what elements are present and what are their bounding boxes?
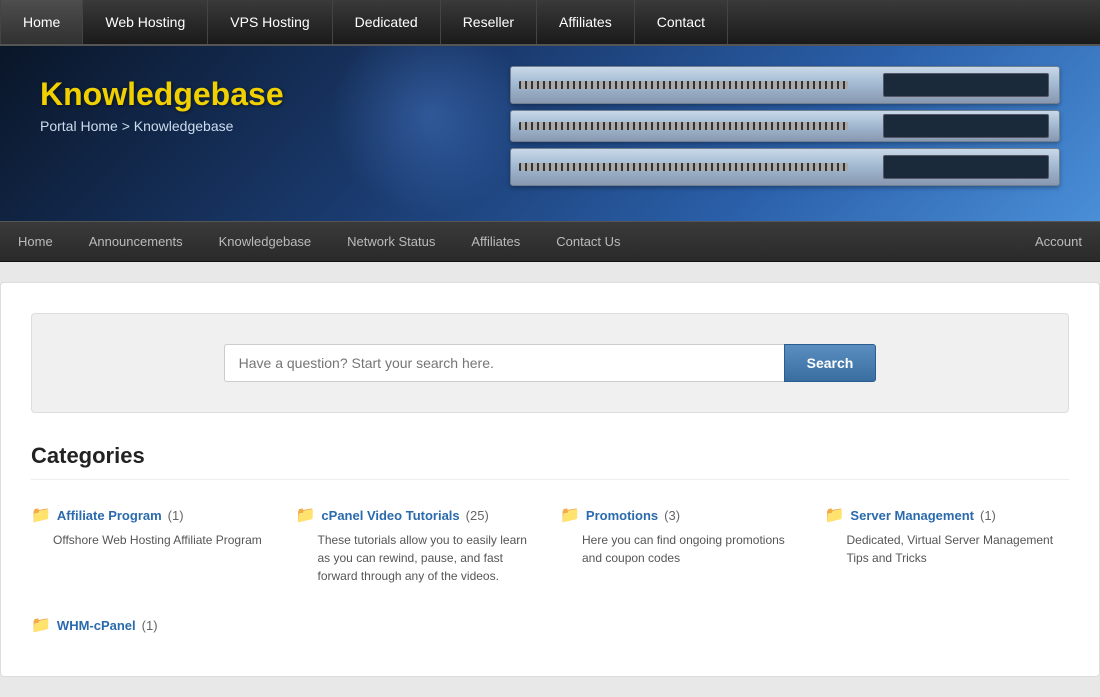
folder-icon: 📁 <box>825 505 845 525</box>
sec-nav-item: Announcements <box>71 222 201 261</box>
sec-nav-link-account[interactable]: Account <box>1017 222 1100 261</box>
categories-section: Categories 📁 Affiliate Program (1) Offshor… <box>31 443 1069 646</box>
sec-nav-link-affiliates[interactable]: Affiliates <box>453 222 538 261</box>
top-nav-link-vps-hosting[interactable]: VPS Hosting <box>208 0 332 44</box>
top-nav-link-web-hosting[interactable]: Web Hosting <box>83 0 208 44</box>
top-nav-item: Web Hosting <box>83 0 208 44</box>
category-description: Dedicated, Virtual Server Management Tip… <box>847 531 1070 567</box>
top-nav-link-dedicated[interactable]: Dedicated <box>333 0 441 44</box>
folder-icon: 📁 <box>31 615 51 635</box>
top-nav-item: Affiliates <box>537 0 635 44</box>
top-nav-item: VPS Hosting <box>208 0 332 44</box>
category-link[interactable]: Promotions <box>586 508 658 523</box>
folder-icon: 📁 <box>31 505 51 525</box>
category-link[interactable]: Affiliate Program <box>57 508 162 523</box>
top-nav-item: Contact <box>635 0 728 44</box>
top-nav-link-reseller[interactable]: Reseller <box>441 0 537 44</box>
sec-nav-item: Account <box>1017 222 1100 261</box>
sec-nav-item: Knowledgebase <box>201 222 330 261</box>
top-nav-link-contact[interactable]: Contact <box>635 0 728 44</box>
category-item: 📁 WHM-cPanel (1) <box>31 610 276 646</box>
category-count: (1) <box>980 508 996 523</box>
top-navigation: HomeWeb HostingVPS HostingDedicatedResel… <box>0 0 1100 46</box>
top-nav-item: Home <box>0 0 83 44</box>
sec-nav-item: Contact Us <box>538 222 638 261</box>
search-button[interactable]: Search <box>784 344 877 382</box>
secondary-navigation: HomeAnnouncementsKnowledgebaseNetwork St… <box>0 221 1100 262</box>
category-item: 📁 Promotions (3) Here you can find ongoing… <box>560 500 805 590</box>
sec-nav-link-contact-us[interactable]: Contact Us <box>538 222 638 261</box>
sec-nav-link-home[interactable]: Home <box>0 222 71 261</box>
category-title-row: 📁 Server Management (1) <box>825 505 1070 525</box>
top-nav-item: Dedicated <box>333 0 441 44</box>
category-link[interactable]: Server Management <box>850 508 974 523</box>
category-title-row: 📁 Promotions (3) <box>560 505 805 525</box>
sec-nav-item: Network Status <box>329 222 453 261</box>
category-count: (3) <box>664 508 680 523</box>
category-description: Offshore Web Hosting Affiliate Program <box>53 531 276 549</box>
sec-nav-link-announcements[interactable]: Announcements <box>71 222 201 261</box>
categories-title: Categories <box>31 443 1069 480</box>
folder-icon: 📁 <box>296 505 316 525</box>
category-link[interactable]: cPanel Video Tutorials <box>321 508 459 523</box>
category-description: Here you can find ongoing promotions and… <box>582 531 805 567</box>
main-content: Search Categories 📁 Affiliate Program (1)… <box>0 282 1100 677</box>
search-input[interactable] <box>224 344 784 382</box>
category-count: (1) <box>142 618 158 633</box>
sec-nav-link-knowledgebase[interactable]: Knowledgebase <box>201 222 330 261</box>
category-count: (1) <box>168 508 184 523</box>
sec-nav-item: Affiliates <box>453 222 538 261</box>
category-item: 📁 Affiliate Program (1) Offshore Web Hosti… <box>31 500 276 590</box>
banner-breadcrumb: Portal Home > Knowledgebase <box>40 118 1060 134</box>
banner: Knowledgebase Portal Home > Knowledgebas… <box>0 46 1100 221</box>
top-nav-link-affiliates[interactable]: Affiliates <box>537 0 635 44</box>
category-count: (25) <box>466 508 489 523</box>
sec-nav-item: Home <box>0 222 71 261</box>
category-title-row: 📁 cPanel Video Tutorials (25) <box>296 505 541 525</box>
categories-grid: 📁 Affiliate Program (1) Offshore Web Hosti… <box>31 500 1069 646</box>
category-item: 📁 cPanel Video Tutorials (25) These tutori… <box>296 500 541 590</box>
category-title-row: 📁 WHM-cPanel (1) <box>31 615 276 635</box>
category-item: 📁 Server Management (1) Dedicated, Virtual… <box>825 500 1070 590</box>
search-section: Search <box>31 313 1069 413</box>
top-nav-item: Reseller <box>441 0 537 44</box>
top-nav-link-home[interactable]: Home <box>0 0 83 44</box>
category-title-row: 📁 Affiliate Program (1) <box>31 505 276 525</box>
category-description: These tutorials allow you to easily lear… <box>318 531 541 585</box>
folder-icon: 📁 <box>560 505 580 525</box>
sec-nav-link-network-status[interactable]: Network Status <box>329 222 453 261</box>
banner-title: Knowledgebase <box>40 76 1060 113</box>
category-link[interactable]: WHM-cPanel <box>57 618 136 633</box>
